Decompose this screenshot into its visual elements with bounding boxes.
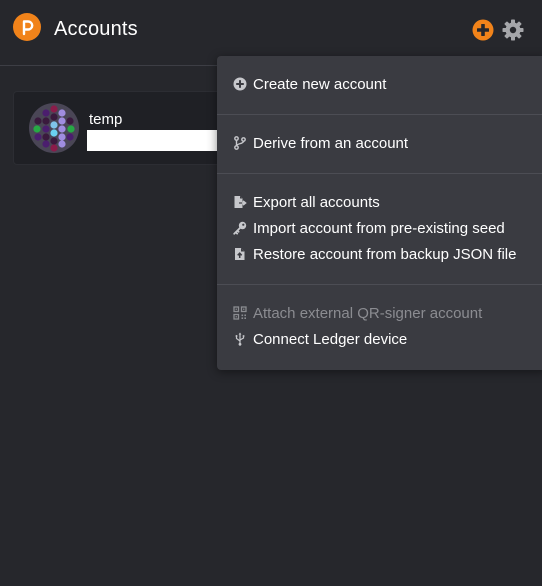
menu-item-export-all-accounts[interactable]: Export all accounts	[233, 191, 542, 213]
menu-divider	[217, 284, 542, 285]
file-export-icon	[234, 196, 247, 208]
menu-item-label: Derive from an account	[253, 134, 409, 152]
menu-item-label: Attach external QR-signer account	[253, 304, 483, 322]
menu-item-import-from-seed[interactable]: Import account from pre-existing seed	[233, 217, 542, 239]
key-icon	[233, 221, 247, 235]
usb-icon	[235, 332, 245, 346]
menu-item-create-new-account[interactable]: Create new account	[233, 73, 542, 95]
menu-item-restore-from-json[interactable]: Restore account from backup JSON file	[233, 243, 542, 265]
menu-item-connect-ledger[interactable]: Connect Ledger device	[233, 328, 542, 350]
menu-item-attach-qr-signer: Attach external QR-signer account	[233, 302, 542, 324]
account-card[interactable]: temp	[13, 91, 247, 165]
file-upload-icon	[235, 248, 245, 260]
code-branch-icon	[234, 136, 246, 150]
extension-popup: Accounts temp Create new account Derive …	[0, 0, 542, 586]
menu-item-label: Export all accounts	[253, 193, 380, 211]
menu-item-derive-from-account[interactable]: Derive from an account	[233, 132, 542, 154]
page-title: Accounts	[54, 18, 138, 40]
menu-item-label: Connect Ledger device	[253, 330, 408, 348]
settings-button[interactable]	[502, 19, 524, 41]
account-identicon	[29, 103, 79, 153]
menu-divider	[217, 114, 542, 115]
menu-item-label: Restore account from backup JSON file	[253, 245, 517, 263]
qrcode-icon	[233, 306, 247, 320]
plus-circle-icon	[233, 77, 247, 91]
plus-circle-icon	[472, 19, 494, 41]
add-account-menu: Create new account Derive from an accoun…	[217, 56, 542, 370]
menu-item-label: Create new account	[253, 75, 387, 93]
menu-item-label: Import account from pre-existing seed	[253, 219, 505, 237]
menu-divider	[217, 173, 542, 174]
add-account-button[interactable]	[472, 19, 494, 41]
account-name: temp	[89, 111, 123, 128]
gear-icon	[502, 19, 524, 41]
polkadot-logo-icon	[13, 13, 41, 41]
